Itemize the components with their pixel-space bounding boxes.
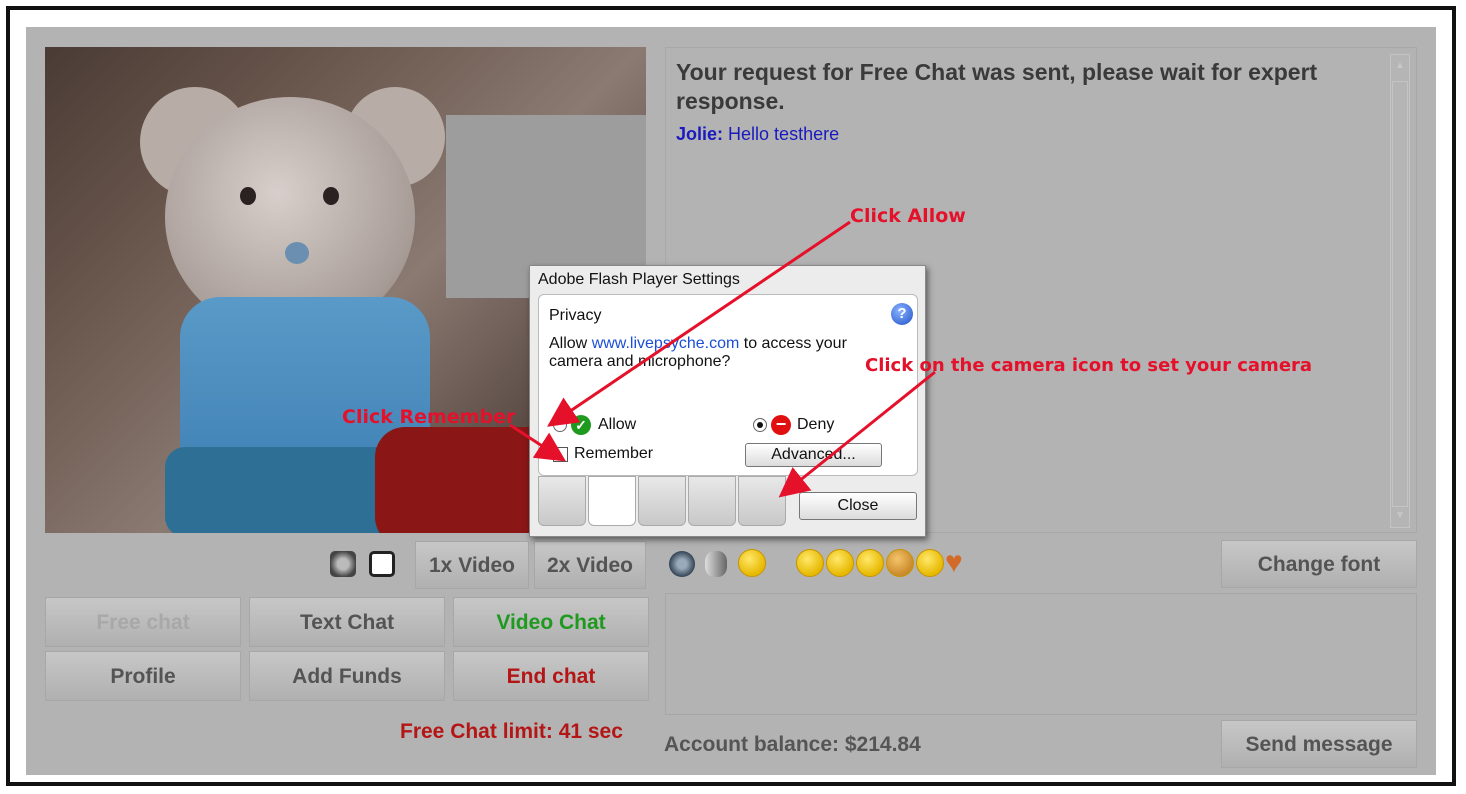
prompt-domain: www.livepsyche.com [591, 335, 740, 352]
webcam-icon[interactable] [669, 551, 695, 577]
end-chat-button[interactable]: End chat [453, 651, 649, 701]
privacy-heading: Privacy [549, 307, 602, 324]
video-2x-button[interactable]: 2x Video [534, 541, 646, 589]
deny-label[interactable]: Deny [797, 416, 834, 434]
heart-icon[interactable]: ♥ [945, 548, 963, 578]
scroll-thumb[interactable] [1392, 81, 1408, 507]
scroll-down-arrow-icon[interactable]: ▼ [1391, 505, 1409, 527]
video-1x-button[interactable]: 1x Video [415, 541, 529, 589]
laugh-emoticon-icon[interactable] [826, 549, 854, 577]
tab-display-icon[interactable] [538, 476, 586, 526]
annotation-click-remember: Click Remember [342, 406, 516, 428]
message-text: Hello testhere [728, 124, 840, 144]
video-chat-button[interactable]: Video Chat [453, 597, 649, 647]
allow-radio[interactable] [553, 418, 567, 432]
message-sender: Jolie: [676, 124, 724, 144]
wink-emoticon-icon[interactable] [856, 549, 884, 577]
remember-label[interactable]: Remember [574, 445, 653, 463]
tab-camera-icon[interactable] [738, 476, 786, 526]
chat-scrollbar[interactable]: ▲ ▼ [1390, 54, 1410, 528]
annotation-click-allow: Click Allow [850, 205, 966, 227]
add-funds-button[interactable]: Add Funds [249, 651, 445, 701]
annotation-click-camera: Click on the camera icon to set your cam… [865, 355, 1313, 376]
send-message-button[interactable]: Send message [1221, 720, 1417, 768]
settings-icon[interactable] [330, 551, 356, 577]
tab-microphone-icon[interactable] [688, 476, 736, 526]
dialog-title: Adobe Flash Player Settings [538, 271, 740, 288]
tab-storage-icon[interactable] [638, 476, 686, 526]
deny-icon: − [771, 415, 791, 435]
prompt-prefix: Allow [549, 335, 592, 352]
tab-privacy-icon[interactable] [588, 476, 636, 526]
account-balance: Account balance: $214.84 [664, 733, 921, 756]
microphone-icon[interactable] [705, 551, 727, 577]
bear-eye [323, 187, 339, 205]
privacy-prompt: Allow www.livepsyche.com to access your [549, 335, 847, 353]
privacy-prompt-line2: camera and microphone? [549, 353, 731, 370]
system-message: Your request for Free Chat was sent, ple… [676, 59, 1318, 114]
chat-message: Jolie: Hello testhere [676, 124, 839, 145]
remember-checkbox[interactable] [553, 447, 568, 462]
smiley-emoticon-icon[interactable] [738, 549, 766, 577]
prompt-suffix: to access your [739, 335, 847, 352]
advanced-button[interactable]: Advanced... [745, 443, 882, 467]
tongue-emoticon-icon[interactable] [916, 549, 944, 577]
fullscreen-icon[interactable] [369, 551, 395, 577]
change-font-button[interactable]: Change font [1221, 540, 1417, 588]
deny-radio[interactable] [753, 418, 767, 432]
allow-check-icon: ✓ [571, 415, 591, 435]
privacy-panel: Privacy ? Allow www.livepsyche.com to ac… [538, 294, 918, 476]
free-chat-limit: Free Chat limit: 41 sec [400, 720, 623, 743]
profile-button[interactable]: Profile [45, 651, 241, 701]
scroll-up-arrow-icon[interactable]: ▲ [1391, 55, 1409, 77]
allow-label[interactable]: Allow [598, 416, 636, 434]
help-icon[interactable]: ? [891, 303, 913, 325]
flash-settings-dialog: Adobe Flash Player Settings Privacy ? Al… [529, 265, 926, 537]
close-button[interactable]: Close [799, 492, 917, 520]
text-chat-button[interactable]: Text Chat [249, 597, 445, 647]
message-input[interactable] [665, 593, 1417, 715]
free-chat-button[interactable]: Free chat [45, 597, 241, 647]
bear-nose [285, 242, 309, 264]
bear-eye [240, 187, 256, 205]
smile-emoticon-icon[interactable] [796, 549, 824, 577]
surprised-emoticon-icon[interactable] [886, 549, 914, 577]
